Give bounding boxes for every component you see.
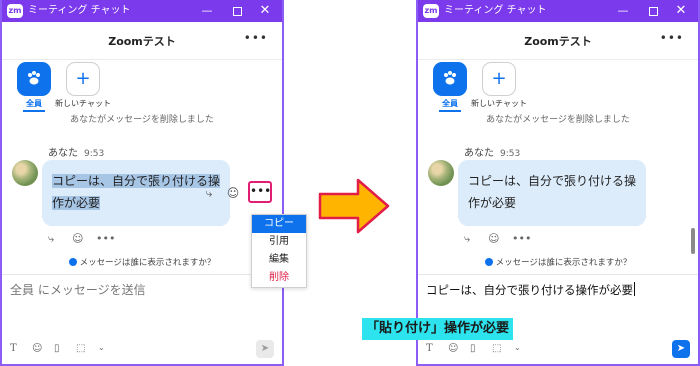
scrollbar[interactable] [691,110,695,270]
menu-item-copy[interactable]: コピー [252,215,306,233]
new-chat-button[interactable]: + 新しいチャット [464,62,534,109]
tutorial-stage: zm ミーティング チャット — ✕ Zoomテスト ••• 全員 + 新しいチ… [0,0,700,366]
context-menu: コピー 引用 編集 削除 [251,214,307,288]
chat-header: Zoomテスト ••• [2,22,282,60]
message-bubble[interactable]: コピーは、自分で張り付ける操 作が必要 [458,160,646,226]
visibility-note-text: メッセージは誰に表示されますか？ [495,258,632,268]
message-text-line-2: 作が必要 [468,196,517,210]
message-actions-row: ⤷ ☺ ••• [464,232,544,248]
compose-divider [2,274,282,275]
maximize-button[interactable] [226,2,248,20]
chat-title: Zoomテスト [108,35,176,48]
more-menu-button[interactable]: ••• [248,181,272,203]
menu-item-quote[interactable]: 引用 [252,233,306,251]
message-compose-input[interactable]: コピーは、自分で張り付ける操作が必要 [426,280,688,300]
close-button[interactable]: ✕ [670,2,692,20]
compose-toolbar: T ☺ ▯ ⬚ ⌄ [10,343,120,357]
screenshot-icon[interactable]: ⬚ [492,343,501,354]
new-chat-button[interactable]: + 新しいチャット [48,62,118,109]
paw-icon [28,71,40,85]
chat-title: Zoomテスト [524,35,592,48]
new-chat-tile: + [482,62,516,96]
compose-divider [418,274,698,275]
window-title: ミーティング チャット [444,5,547,16]
emoji-icon[interactable]: ☺ [448,343,458,354]
person-icon [484,258,493,266]
send-button[interactable]: ➤ [256,340,274,358]
new-chat-tile: + [66,62,100,96]
maximize-button[interactable] [642,2,664,20]
compose-text: コピーは、自分で張り付ける操作が必要 [426,283,633,297]
message-compose-input[interactable]: 全員 にメッセージを送信 [10,280,272,300]
message-sender: あなた 9:53 [48,144,104,159]
more-actions-icon[interactable]: ••• [96,232,115,245]
reply-icon[interactable]: ⤷ [48,232,54,246]
visibility-note[interactable]: メッセージは誰に表示されますか？ [2,256,282,268]
avatar[interactable] [12,160,38,186]
system-message: あなたがメッセージを削除しました [486,115,630,125]
message-text-line-1: コピーは、自分で張り付ける操 [468,174,637,188]
zoom-logo-icon: zm [423,4,439,18]
chevron-down-icon[interactable]: ⌄ [98,343,105,352]
chat-header: Zoomテスト ••• [418,22,698,60]
title-bar: zm ミーティング チャット — ✕ [418,0,698,22]
file-icon[interactable]: ▯ [470,343,476,354]
sender-name: あなた [464,148,494,159]
file-icon[interactable]: ▯ [54,343,60,354]
chat-window-after: zm ミーティング チャット — ✕ Zoomテスト ••• 全員 + 新しいチ… [416,0,700,366]
maximize-icon [648,6,658,16]
reply-icon[interactable]: ⤷ [464,232,470,246]
reply-icon[interactable]: ⤷ [200,184,218,202]
all-members-tile [17,62,51,96]
message-text-line-1: コピーは、自分で張り付ける操 [52,174,221,188]
system-message: あなたがメッセージを削除しました [70,115,214,125]
more-options-icon[interactable]: ••• [244,31,268,45]
close-button[interactable]: ✕ [254,2,276,20]
paw-icon [444,71,456,85]
scrollbar-thumb[interactable] [691,228,695,254]
compose-toolbar: T ☺ ▯ ⬚ ⌄ [426,343,536,357]
send-button[interactable]: ➤ [672,340,690,358]
screenshot-icon[interactable]: ⬚ [76,343,85,354]
maximize-icon [232,6,242,16]
message-text-line-2: 作が必要 [52,196,101,210]
text-format-icon[interactable]: T [10,343,17,354]
person-icon [68,258,77,266]
emoji-icon[interactable]: ☺ [32,343,42,354]
text-format-icon[interactable]: T [426,343,433,354]
emoji-reaction-icon[interactable]: ☺ [488,232,499,245]
send-icon: ➤ [260,343,270,354]
window-title: ミーティング チャット [28,5,131,16]
minimize-button[interactable]: — [196,2,218,20]
avatar[interactable] [428,160,454,186]
title-bar: zm ミーティング チャット — ✕ [2,0,282,22]
zoom-logo-icon: zm [7,4,23,18]
more-actions-icon[interactable]: ••• [512,232,531,245]
right-arrow-icon [318,178,390,234]
message-hover-toolbar: ⤷ ☺ ••• [198,180,272,206]
menu-item-delete[interactable]: 削除 [252,269,306,287]
sender-name: あなた [48,148,78,159]
plus-icon: + [75,68,91,89]
menu-item-edit[interactable]: 編集 [252,251,306,269]
emoji-reaction-icon[interactable]: ☺ [224,184,242,202]
chevron-down-icon[interactable]: ⌄ [514,343,521,352]
message-actions-row: ⤷ ☺ ••• [48,232,128,248]
send-icon: ➤ [676,343,686,354]
new-chat-label: 新しいチャット [55,99,111,108]
text-caret [634,282,635,296]
more-options-icon[interactable]: ••• [660,31,684,45]
tutorial-caption: 「貼り付け」操作が必要 [362,318,514,340]
visibility-note[interactable]: メッセージは誰に表示されますか？ [418,256,698,268]
new-chat-label: 新しいチャット [471,99,527,108]
message-time: 9:53 [500,149,521,159]
minimize-button[interactable]: — [612,2,634,20]
all-members-tile [433,62,467,96]
visibility-note-text: メッセージは誰に表示されますか？ [79,258,216,268]
plus-icon: + [491,68,507,89]
message-time: 9:53 [84,149,105,159]
message-sender: あなた 9:53 [464,144,520,159]
emoji-reaction-icon[interactable]: ☺ [72,232,83,245]
